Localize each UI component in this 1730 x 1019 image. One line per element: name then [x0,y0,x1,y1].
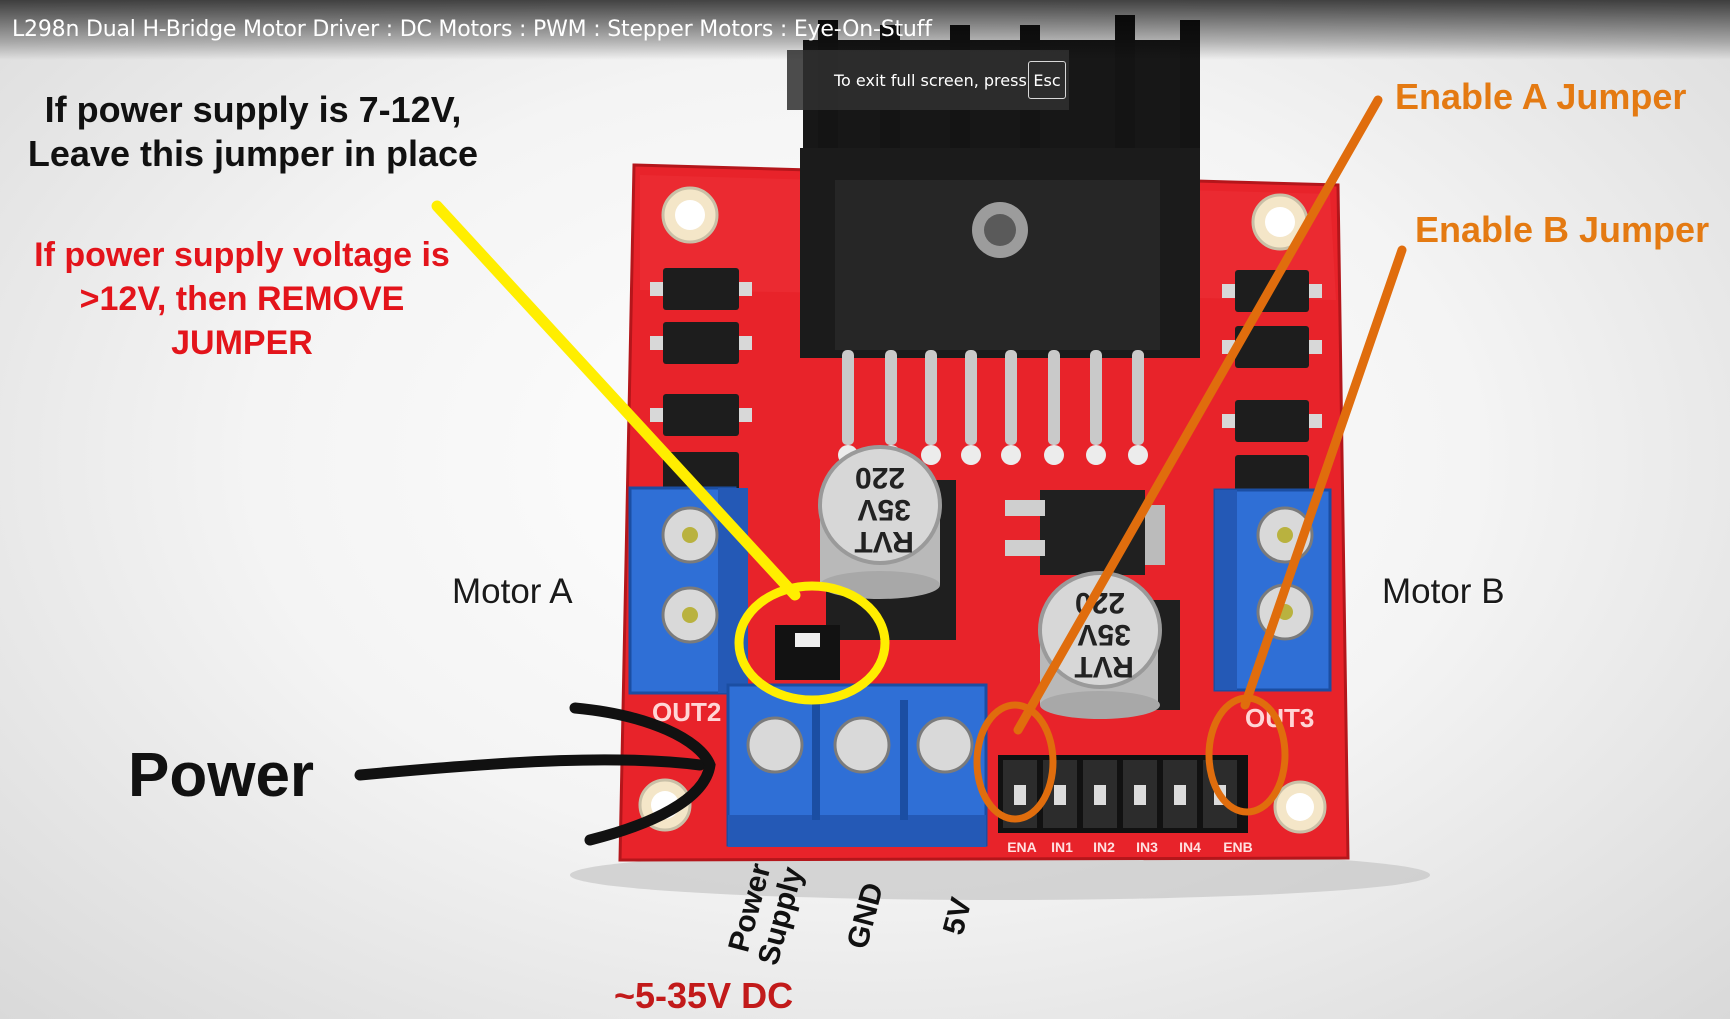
video-title: L298n Dual H-Bridge Motor Driver : DC Mo… [12,17,932,42]
cap-brand: RVT [854,525,913,558]
pin-label-in3: IN3 [1136,839,1158,855]
motor-b-label: Motor B [1382,572,1505,611]
cap-voltage: 35V [1077,618,1130,651]
pin-label-enb: ENB [1223,839,1253,855]
cap-value: 220 [855,461,905,494]
svg-text:RVT 35V 220: RVT 35V 220 [846,461,914,558]
enable-b-label: Enable B Jumper [1415,209,1710,250]
video-frame[interactable]: L298n Dual H-Bridge Motor Driver : DC Mo… [0,0,1730,1019]
supply-range-label: ~5-35V DC [614,975,794,1016]
fullscreen-toast-message: To exit full screen, press [834,70,1027,90]
cap-brand: RVT [1074,650,1133,683]
esc-key-badge: Esc [1028,61,1066,99]
cap-voltage: 35V [857,493,910,526]
enable-a-label: Enable A Jumper [1395,76,1687,117]
pin-label-in4: IN4 [1179,839,1201,855]
12v-jumper [775,625,840,680]
jumper-remove-line1: If power supply voltage is [34,236,450,274]
pin-label-ena: ENA [1007,839,1037,855]
pin-label-in1: IN1 [1051,839,1073,855]
power-label: Power [128,741,315,810]
jumper-keep-note: If power supply is 7-12V, Leave this jum… [18,88,488,176]
jumper-keep-line1: If power supply is 7-12V, [44,89,462,130]
jumper-remove-note: If power supply voltage is >12V, then RE… [12,233,472,365]
power-terminal [726,683,988,847]
motor-a-label: Motor A [452,572,573,611]
fullscreen-exit-toast: To exit full screen, press Esc [787,50,1069,110]
jumper-remove-line3: JUMPER [171,324,313,362]
pin-label-in2: IN2 [1093,839,1115,855]
jumper-remove-line2: >12V, then REMOVE [79,280,405,318]
jumper-keep-line2: Leave this jumper in place [27,133,479,174]
